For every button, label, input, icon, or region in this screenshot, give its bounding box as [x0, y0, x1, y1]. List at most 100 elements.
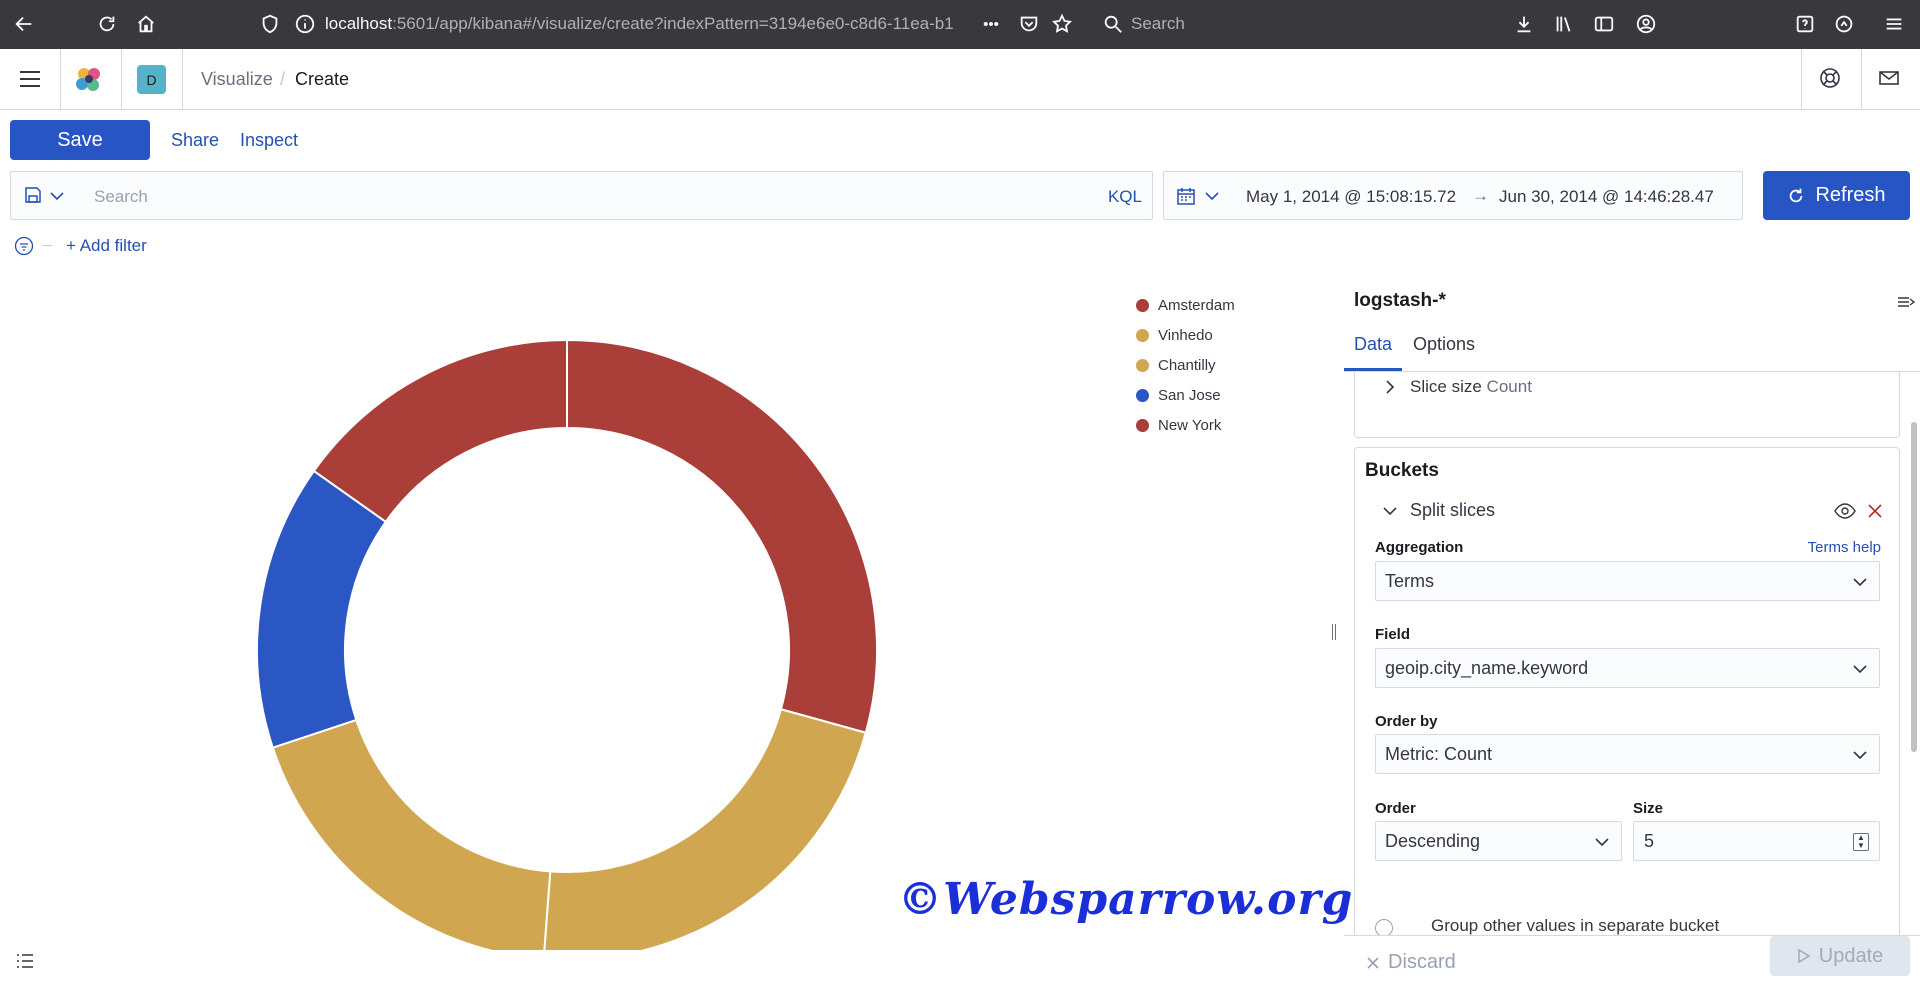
update-label: Update	[1818, 944, 1884, 967]
slice-new-york[interactable]	[312, 338, 568, 524]
split-slices-label[interactable]: Split slices	[1410, 500, 1495, 521]
account-icon[interactable]	[1632, 10, 1660, 38]
page-actions-icon[interactable]: •••	[977, 10, 1005, 38]
metric-label: Slice size	[1410, 377, 1482, 396]
chevron-down-icon[interactable]	[49, 188, 65, 204]
url-bar[interactable]: localhost:5601/app/kibana#/visualize/cre…	[325, 14, 960, 34]
search-input[interactable]: Search	[94, 187, 148, 207]
end-date[interactable]: Jun 30, 2014 @ 14:46:28.47	[1499, 187, 1714, 207]
metric-slice-size[interactable]: Slice size Count	[1410, 377, 1532, 397]
reload-icon[interactable]	[93, 10, 121, 38]
buckets-panel: Buckets Split slices Aggregation Terms h…	[1354, 447, 1900, 967]
aggregation-select[interactable]: Terms	[1375, 561, 1880, 601]
kql-language-toggle[interactable]: KQL	[1108, 187, 1142, 207]
tab-active-indicator	[1344, 368, 1402, 371]
sidebar-toggle-icon[interactable]	[1590, 10, 1618, 38]
slice-san-jose[interactable]	[256, 469, 388, 749]
tab-options[interactable]: Options	[1413, 334, 1475, 355]
space-avatar[interactable]: D	[137, 65, 166, 94]
terms-help-link[interactable]: Terms help	[1808, 539, 1881, 556]
nav-menu-button[interactable]	[14, 65, 46, 93]
chevron-down-icon[interactable]	[1204, 188, 1220, 204]
chevron-down-icon[interactable]	[1383, 504, 1397, 518]
legend-color-dot	[1136, 388, 1149, 402]
update-button[interactable]: Update	[1770, 936, 1910, 976]
legend-color-dot	[1136, 418, 1149, 432]
pocket-icon[interactable]	[1015, 10, 1043, 38]
back-icon[interactable]	[10, 10, 38, 38]
breadcrumb-visualize[interactable]: Visualize	[201, 69, 273, 90]
panel-resize-handle[interactable]	[1332, 624, 1336, 640]
kibana-header: D Visualize / Create	[0, 49, 1920, 110]
tracking-shield-icon[interactable]	[256, 10, 284, 38]
sync-icon[interactable]	[1830, 10, 1858, 38]
remove-x-icon[interactable]	[1866, 502, 1884, 520]
legend-label: Chantilly	[1158, 356, 1216, 374]
legend-label: San Jose	[1158, 386, 1221, 404]
calendar-icon[interactable]	[1176, 186, 1196, 206]
header-divider	[60, 49, 61, 109]
legend-color-dot	[1136, 298, 1149, 312]
order-select[interactable]: Descending	[1375, 821, 1622, 861]
order-value: Descending	[1385, 831, 1481, 851]
saved-query-icon[interactable]	[23, 185, 43, 205]
index-pattern-title: logstash-*	[1354, 290, 1446, 311]
breadcrumb-create: Create	[295, 69, 350, 89]
header-divider	[1861, 49, 1862, 109]
info-icon[interactable]	[291, 10, 319, 38]
home-icon[interactable]	[132, 10, 160, 38]
aggregation-label: Aggregation	[1375, 539, 1464, 556]
legend-color-dot	[1136, 358, 1149, 372]
share-link[interactable]: Share	[171, 130, 219, 151]
download-icon[interactable]	[1510, 10, 1538, 38]
order-by-value: Metric: Count	[1385, 744, 1493, 764]
legend-item[interactable]: San Jose	[1136, 380, 1235, 410]
field-select[interactable]: geoip.city_name.keyword	[1375, 648, 1880, 688]
close-icon	[1367, 956, 1379, 969]
save-button[interactable]: Save	[10, 120, 150, 160]
order-by-select[interactable]: Metric: Count	[1375, 734, 1880, 774]
help-icon[interactable]	[1791, 10, 1819, 38]
help-lifebuoy-icon[interactable]	[1818, 66, 1844, 92]
legend-item[interactable]: Chantilly	[1136, 350, 1235, 380]
collapse-sidebar-icon[interactable]	[1896, 292, 1916, 312]
header-divider	[182, 49, 183, 109]
legend-label: Vinhedo	[1158, 326, 1213, 344]
url-path: :5601/app/kibana#/visualize/create?index…	[392, 14, 954, 33]
inspect-link[interactable]: Inspect	[240, 130, 298, 151]
slice-vinhedo[interactable]	[543, 708, 867, 950]
chevron-right-icon[interactable]	[1383, 380, 1397, 394]
legend-item[interactable]: New York	[1136, 410, 1235, 440]
legend-item[interactable]: Vinhedo	[1136, 320, 1235, 350]
add-filter-link[interactable]: + Add filter	[66, 236, 147, 256]
newsfeed-mail-icon[interactable]	[1877, 66, 1903, 92]
browser-search-field[interactable]: Search	[1131, 14, 1185, 34]
legend-item[interactable]: Amsterdam	[1136, 290, 1235, 320]
size-label: Size	[1633, 800, 1664, 817]
legend-label: Amsterdam	[1158, 296, 1235, 314]
size-input[interactable]: 5 ▲ ▼	[1633, 821, 1880, 861]
kibana-logo-icon[interactable]	[73, 64, 105, 96]
chevron-down-icon	[1853, 578, 1867, 587]
number-spinner-icon[interactable]: ▲ ▼	[1853, 833, 1869, 851]
discard-button[interactable]: Discard	[1366, 951, 1456, 974]
date-picker: May 1, 2014 @ 15:08:15.72 → Jun 30, 2014…	[1163, 171, 1743, 220]
filter-options-icon[interactable]	[14, 236, 34, 256]
slice-amsterdam[interactable]	[566, 338, 878, 734]
header-divider	[121, 49, 122, 109]
slice-chantilly[interactable]	[271, 718, 552, 950]
legend-toggle-list-icon[interactable]	[16, 953, 34, 969]
buckets-title: Buckets	[1365, 460, 1439, 481]
refresh-button[interactable]: Refresh	[1763, 171, 1910, 220]
eye-icon[interactable]	[1834, 503, 1856, 519]
app-menu-icon[interactable]	[1880, 10, 1908, 38]
watermark: ©Websparrow.org	[898, 874, 1354, 925]
bookmark-star-icon[interactable]	[1048, 10, 1076, 38]
tab-data[interactable]: Data	[1354, 334, 1392, 355]
library-icon[interactable]	[1550, 10, 1578, 38]
order-by-label: Order by	[1375, 713, 1438, 730]
start-date[interactable]: May 1, 2014 @ 15:08:15.72	[1246, 187, 1456, 207]
header-divider	[1801, 49, 1802, 109]
sidebar-scrollbar-thumb[interactable]	[1911, 422, 1917, 752]
field-label: Field	[1375, 626, 1411, 643]
